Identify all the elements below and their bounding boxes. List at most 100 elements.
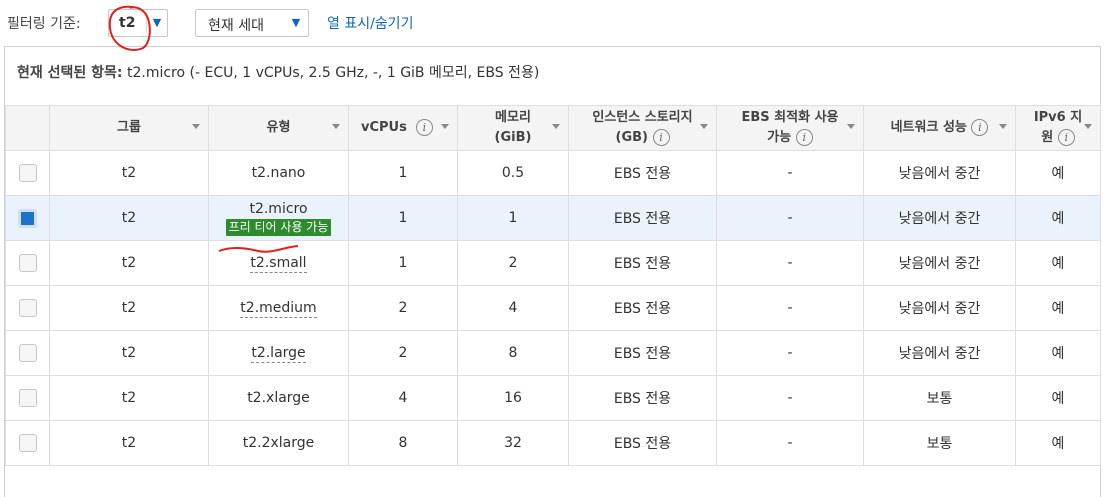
table-row[interactable]: t2 t2.nano 1 0.5 EBS 전용 - 낮음에서 중간 예 [5, 150, 1101, 196]
cell-ipv6: 예 [1015, 330, 1101, 376]
cell-group: t2 [49, 240, 209, 286]
cell-storage: EBS 전용 [568, 150, 717, 196]
table-row-selected[interactable]: t2 t2.micro 프리 티어 사용 가능 1 1 EBS 전용 - 낮음에… [5, 195, 1101, 241]
info-icon[interactable]: i [971, 119, 989, 136]
select-column-header [5, 105, 50, 151]
sort-caret-icon[interactable] [999, 124, 1007, 129]
row-select-cell[interactable] [5, 285, 50, 331]
row-checkbox[interactable] [18, 389, 37, 407]
row-select-cell[interactable] [5, 150, 50, 196]
cell-network: 낮음에서 중간 [863, 150, 1016, 196]
column-header-memory[interactable]: 메모리 (GiB) [457, 105, 569, 151]
generation-select[interactable]: 현재 세대 ▼ [195, 9, 309, 37]
column-label: 네트워크 성능 [890, 120, 967, 135]
sort-caret-icon[interactable] [441, 124, 449, 129]
cell-group: t2 [49, 420, 209, 466]
table-row[interactable]: t2 t2.2xlarge 8 32 EBS 전용 - 보통 예 [5, 420, 1101, 466]
column-header-instance-storage[interactable]: 인스턴스 스토리지 (GB) i [568, 105, 717, 151]
column-label-unit: 가능 [767, 130, 792, 145]
cell-memory: 32 [457, 420, 569, 466]
chevron-down-icon[interactable]: ▼ [288, 12, 304, 34]
cell-group: t2 [49, 195, 209, 241]
column-header-vcpus[interactable]: vCPUs i [348, 105, 458, 151]
table-row[interactable]: t2 t2.xlarge 4 16 EBS 전용 - 보통 예 [5, 375, 1101, 421]
cell-ipv6: 예 [1015, 420, 1101, 466]
column-label: 메모리 [495, 110, 531, 125]
row-checkbox[interactable] [18, 254, 37, 272]
sort-caret-icon[interactable] [847, 124, 855, 129]
cell-memory: 16 [457, 375, 569, 421]
cell-network: 낮음에서 중간 [863, 330, 1016, 376]
table-row[interactable]: t2 t2.large 2 8 EBS 전용 - 낮음에서 중간 예 [5, 330, 1101, 376]
current-selection-bar: 현재 선택된 항목: t2.micro (- ECU, 1 vCPUs, 2.5… [5, 47, 1100, 106]
cell-ebs: - [716, 330, 864, 376]
cell-type: t2.large [208, 330, 349, 376]
row-select-cell[interactable] [5, 420, 50, 466]
info-icon[interactable]: i [415, 119, 433, 136]
instance-family-select[interactable]: t2 ▼ [108, 9, 168, 37]
generation-value: 현재 세대 [208, 18, 264, 34]
cell-ebs: - [716, 420, 864, 466]
cell-ebs: - [716, 375, 864, 421]
select-divider [146, 13, 147, 33]
cell-vcpus: 4 [348, 375, 458, 421]
sort-caret-icon[interactable] [552, 124, 560, 129]
cell-type: t2.micro 프리 티어 사용 가능 [208, 195, 349, 241]
cell-storage: EBS 전용 [568, 330, 717, 376]
cell-network: 낮음에서 중간 [863, 285, 1016, 331]
filter-label: 필터링 기준: [7, 16, 81, 32]
row-checkbox-checked[interactable] [18, 208, 37, 228]
chevron-down-icon[interactable]: ▼ [149, 12, 165, 34]
cell-group: t2 [49, 330, 209, 376]
cell-storage: EBS 전용 [568, 420, 717, 466]
cell-ipv6: 예 [1015, 240, 1101, 286]
row-checkbox[interactable] [18, 164, 37, 182]
column-label: IPv6 지 [1033, 110, 1083, 125]
sort-caret-icon[interactable] [192, 124, 200, 129]
sort-caret-icon[interactable] [332, 124, 340, 129]
cell-network: 낮음에서 중간 [863, 195, 1016, 241]
table-row[interactable]: t2 t2.small 1 2 EBS 전용 - 낮음에서 중간 예 [5, 240, 1101, 286]
cell-ipv6: 예 [1015, 150, 1101, 196]
cell-memory: 0.5 [457, 150, 569, 196]
instance-type-name[interactable]: t2.small [250, 255, 307, 273]
info-icon[interactable]: i [652, 129, 670, 146]
row-select-cell[interactable] [5, 330, 50, 376]
cell-memory: 2 [457, 240, 569, 286]
row-select-cell[interactable] [5, 240, 50, 286]
cell-ebs: - [716, 285, 864, 331]
sort-caret-icon[interactable] [700, 124, 708, 129]
row-checkbox[interactable] [18, 344, 37, 362]
sort-caret-icon[interactable] [1084, 124, 1092, 129]
info-icon[interactable]: i [795, 129, 813, 146]
column-label: vCPUs [361, 120, 407, 135]
table-row[interactable]: t2 t2.medium 2 4 EBS 전용 - 낮음에서 중간 예 [5, 285, 1101, 331]
show-hide-columns-link[interactable]: 열 표시/숨기기 [327, 13, 413, 33]
cell-vcpus: 1 [348, 240, 458, 286]
cell-ebs: - [716, 150, 864, 196]
free-tier-badge: 프리 티어 사용 가능 [225, 218, 332, 236]
row-checkbox[interactable] [18, 434, 37, 452]
column-label: EBS 최적화 사용 [741, 110, 839, 125]
column-header-ebs-optimized[interactable]: EBS 최적화 사용가능 i [716, 105, 864, 151]
info-icon[interactable]: i [1057, 129, 1075, 146]
column-header-network[interactable]: 네트워크 성능 i [863, 105, 1016, 151]
row-select-cell[interactable] [5, 195, 50, 241]
column-label: 유형 [266, 120, 291, 135]
cell-ebs: - [716, 240, 864, 286]
row-checkbox[interactable] [18, 299, 37, 317]
instance-type-name[interactable]: t2.medium [240, 300, 317, 318]
column-header-type[interactable]: 유형 [208, 105, 349, 151]
cell-storage: EBS 전용 [568, 375, 717, 421]
column-label-unit: (GB) [615, 130, 648, 145]
column-header-group[interactable]: 그룹 [49, 105, 209, 151]
row-select-cell[interactable] [5, 375, 50, 421]
cell-vcpus: 8 [348, 420, 458, 466]
cell-storage: EBS 전용 [568, 240, 717, 286]
column-header-ipv6[interactable]: IPv6 지원 i [1015, 105, 1101, 151]
instance-type-name: t2.micro [249, 200, 308, 217]
cell-memory: 1 [457, 195, 569, 241]
cell-type: t2.nano [208, 150, 349, 196]
cell-ipv6: 예 [1015, 285, 1101, 331]
instance-type-name[interactable]: t2.large [251, 345, 306, 363]
